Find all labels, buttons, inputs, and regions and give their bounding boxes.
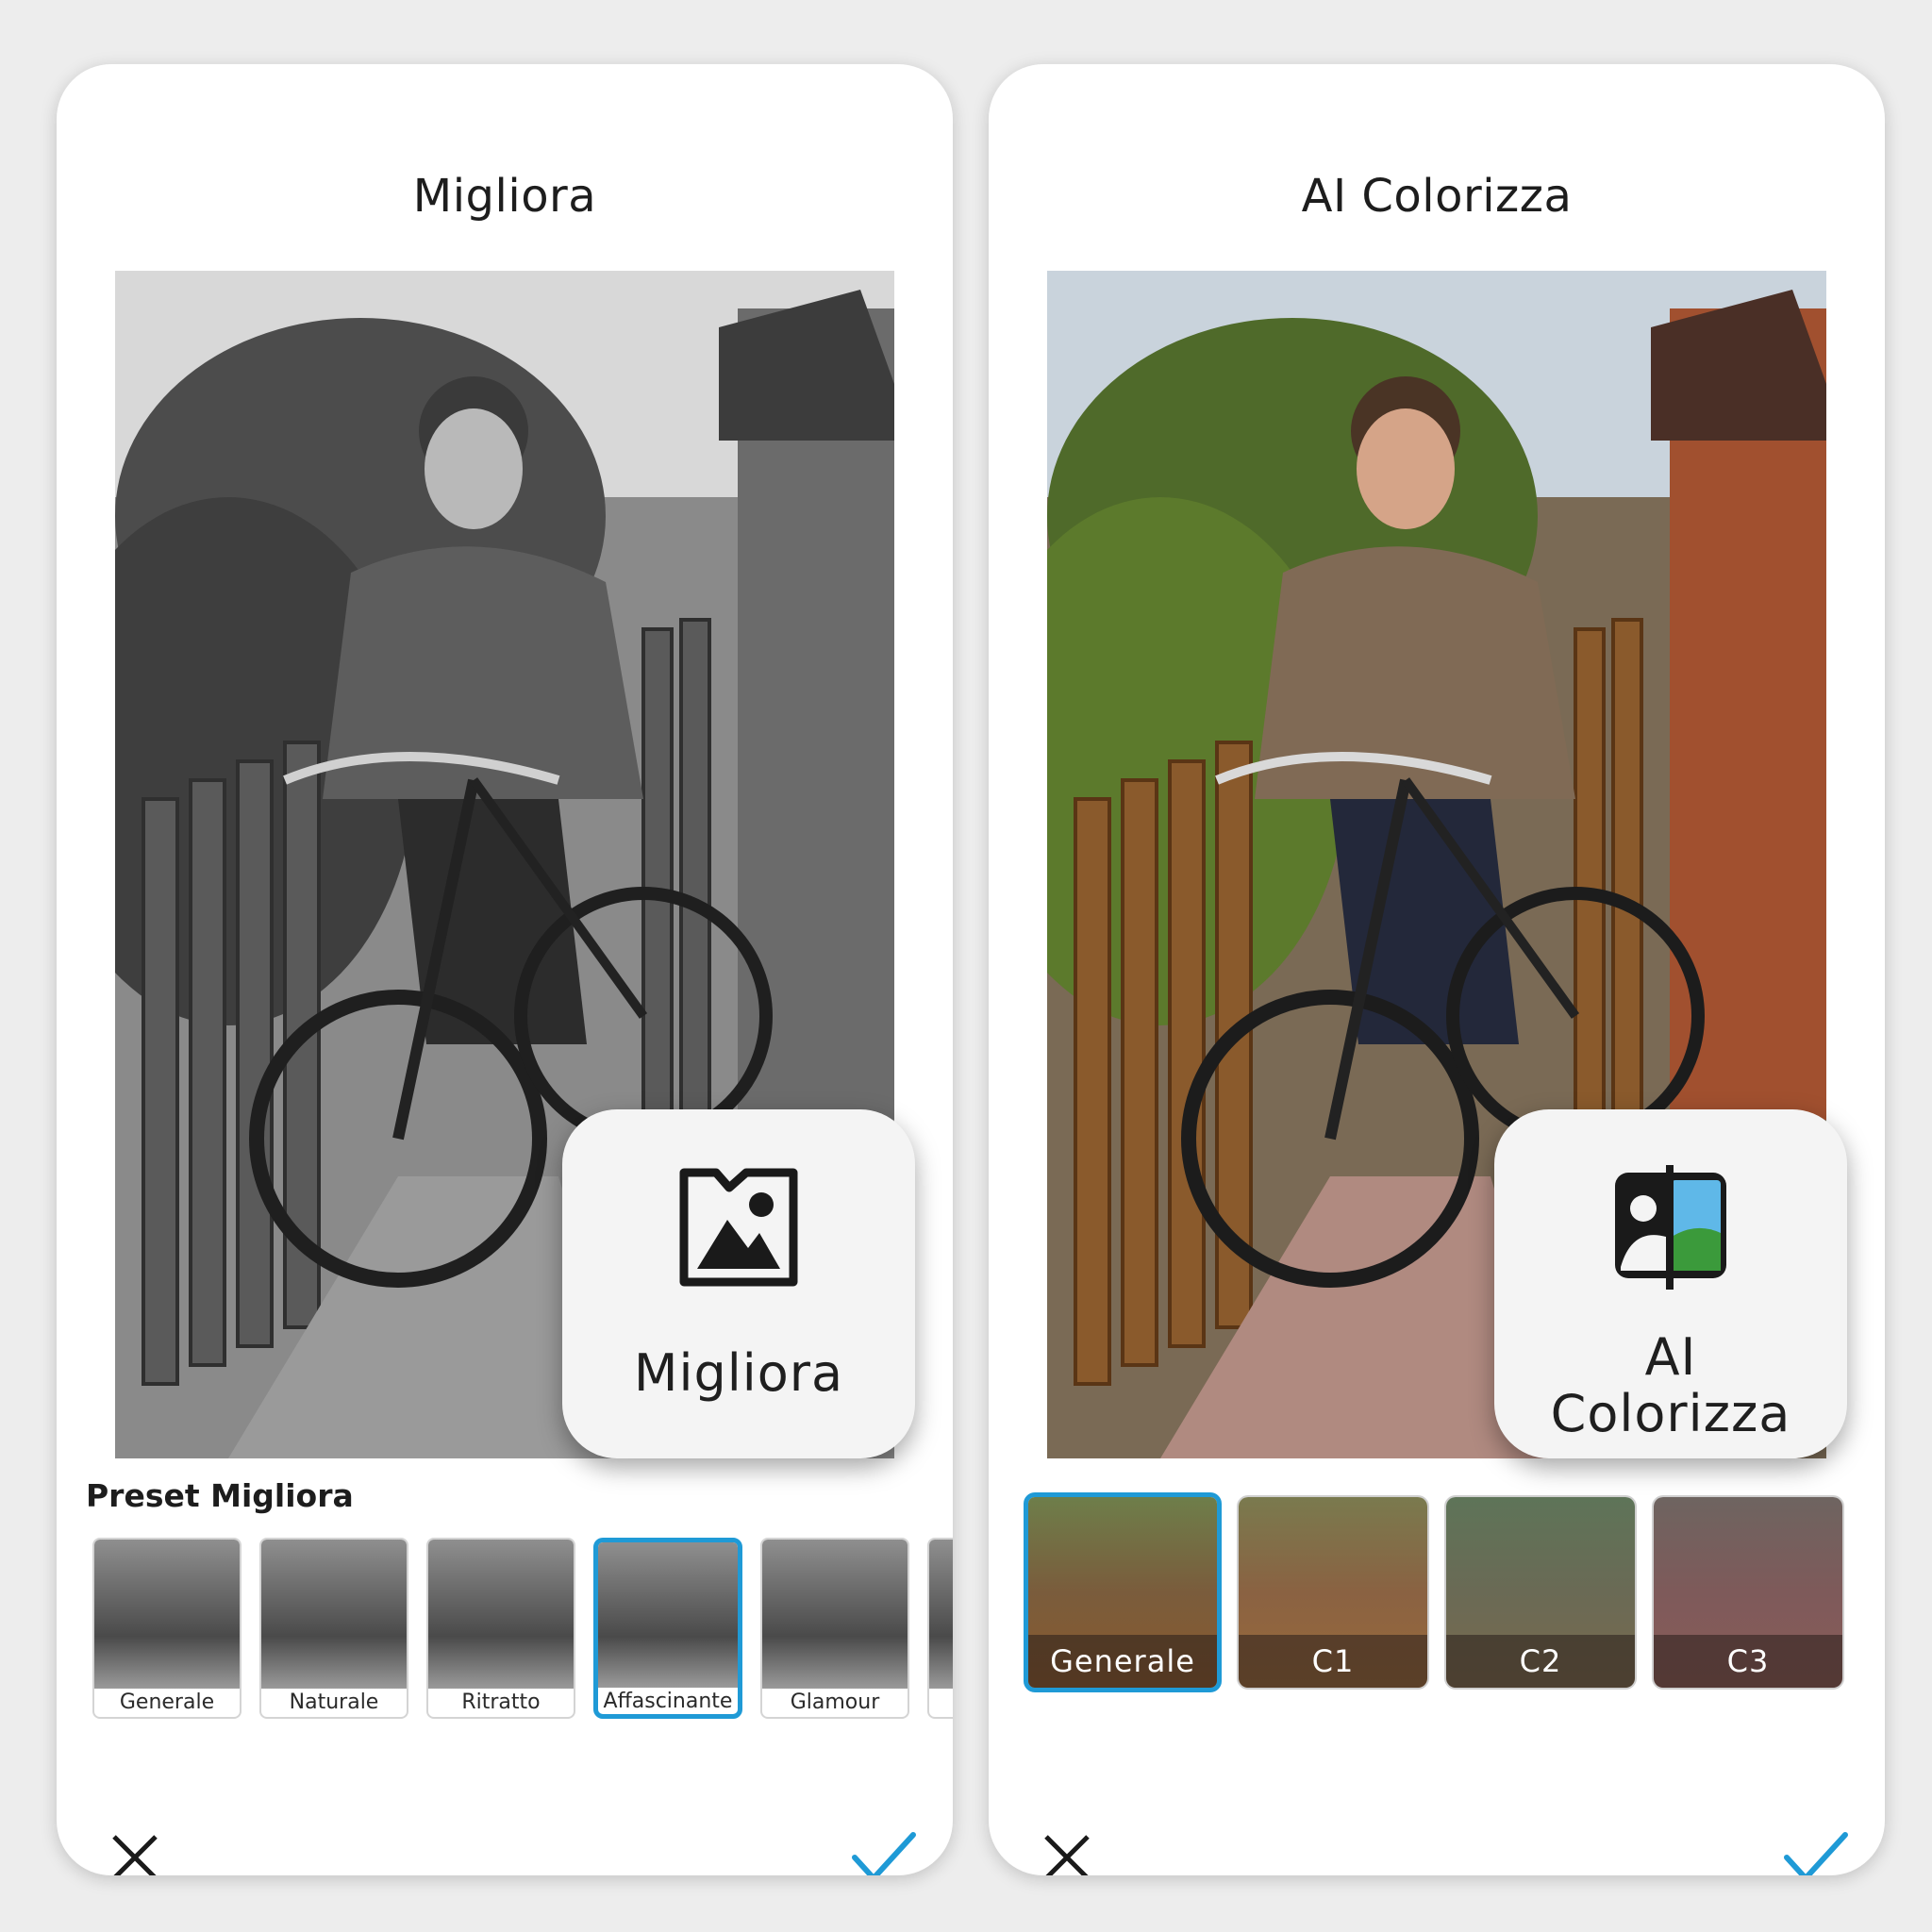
preset-label: Ritratto [461, 1690, 541, 1714]
preset-affascinante[interactable]: Affascinante [593, 1538, 742, 1719]
colorize-feature-label: AI Colorizza [1550, 1327, 1791, 1443]
preset-partial[interactable] [927, 1538, 953, 1719]
enhance-feature-label: Migliora [633, 1343, 844, 1403]
close-button[interactable] [1034, 1824, 1100, 1875]
preset-ritratto[interactable]: Ritratto [426, 1538, 575, 1719]
ai-colorize-icon [1605, 1161, 1737, 1293]
preset-thumbnail [929, 1540, 953, 1689]
close-icon [112, 1835, 158, 1875]
preset-label: Affascinante [603, 1690, 733, 1713]
preset-label: Glamour [790, 1690, 880, 1714]
preset-label: Generale [119, 1690, 215, 1714]
preset-c2[interactable]: C2 [1444, 1495, 1637, 1690]
preset-c1[interactable]: C1 [1237, 1495, 1429, 1690]
confirm-button[interactable] [1783, 1824, 1849, 1875]
preset-heading: Preset Migliora [86, 1477, 354, 1514]
preset-c3[interactable]: C3 [1652, 1495, 1844, 1690]
colorize-preset-list: Generale C1 C2 C3 [1024, 1492, 1844, 1692]
close-button[interactable] [102, 1824, 168, 1875]
preset-label: Generale [1028, 1635, 1217, 1688]
preset-thumbnail [94, 1540, 240, 1689]
preset-thumbnail [598, 1542, 738, 1688]
panel-title: Migliora [412, 170, 597, 223]
image-enhance-icon [673, 1161, 805, 1293]
checkmark-icon [1784, 1832, 1848, 1875]
colorize-panel: AI Colorizza AI Colorizza Generale C1 C2… [989, 64, 1885, 1875]
preset-label: Naturale [289, 1690, 379, 1714]
checkmark-icon [852, 1832, 916, 1875]
preset-generale[interactable]: Generale [1024, 1492, 1222, 1692]
preset-thumbnail [762, 1540, 908, 1689]
enhance-preset-list: Generale Naturale Ritratto Affascinante … [92, 1538, 953, 1719]
enhance-panel: Migliora Migliora Preset Migliora Genera… [57, 64, 953, 1875]
enhance-feature-card[interactable]: Migliora [562, 1109, 915, 1458]
preset-label: C3 [1654, 1635, 1842, 1688]
preset-label: C1 [1239, 1635, 1427, 1688]
preset-generale[interactable]: Generale [92, 1538, 242, 1719]
confirm-button[interactable] [851, 1824, 917, 1875]
panel-title: AI Colorizza [1301, 170, 1573, 223]
preset-thumbnail [261, 1540, 407, 1689]
preset-label: C2 [1446, 1635, 1635, 1688]
preset-glamour[interactable]: Glamour [760, 1538, 909, 1719]
colorize-feature-card[interactable]: AI Colorizza [1494, 1109, 1847, 1458]
preset-thumbnail [428, 1540, 574, 1689]
preset-naturale[interactable]: Naturale [259, 1538, 408, 1719]
close-icon [1044, 1835, 1090, 1875]
